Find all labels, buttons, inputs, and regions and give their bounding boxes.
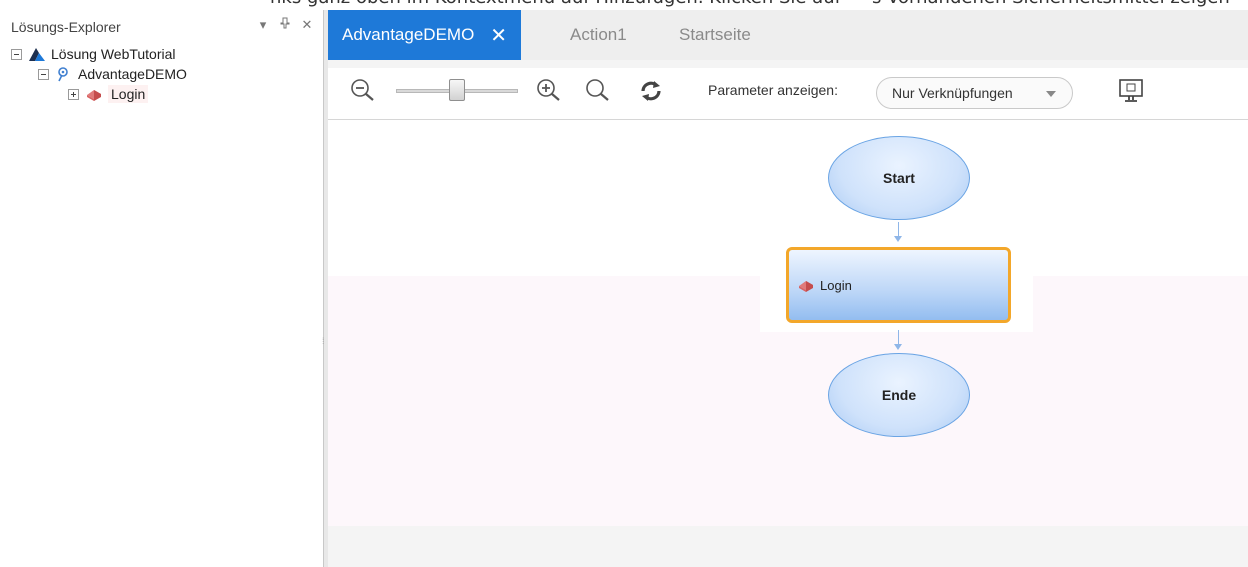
- tab-advantagedemo[interactable]: AdvantageDEMO ✕: [328, 10, 522, 60]
- tab-action1[interactable]: Action1: [570, 10, 627, 60]
- flow-arrow: [898, 330, 899, 344]
- document-tabbar: AdvantageDEMO ✕ Action1 Startseite: [328, 10, 1248, 60]
- tab-label: Startseite: [679, 25, 751, 44]
- test-icon: [55, 66, 73, 82]
- cropped-text-right: s Vorhandenen Sicherheitsmittel zeigen: [872, 0, 1230, 8]
- tab-label: Action1: [570, 25, 627, 44]
- expand-icon[interactable]: [68, 88, 79, 100]
- splitter-grip-icon: ⁞: [322, 336, 325, 346]
- node-label: Login: [820, 277, 852, 293]
- node-label: Ende: [881, 387, 917, 403]
- cropped-text-strip: nks ganz oben im Kontextmenü auf Hinzufü…: [0, 0, 1248, 8]
- action-icon: [85, 86, 103, 102]
- dropdown-icon[interactable]: ▾: [257, 17, 269, 33]
- arrow-head-icon: [894, 236, 902, 242]
- flow-canvas[interactable]: Start Login Ende: [328, 120, 1248, 526]
- tree-item-test[interactable]: AdvantageDEMO: [38, 64, 187, 84]
- document-area: AdvantageDEMO ✕ Action1 Startseite Param…: [328, 10, 1248, 567]
- flow-end-node[interactable]: Ende: [828, 353, 970, 437]
- tab-startseite[interactable]: Startseite: [679, 10, 751, 60]
- tree-item-login[interactable]: Login: [68, 84, 149, 104]
- tree-label: Lösung WebTutorial: [51, 46, 176, 62]
- flow-arrow: [898, 222, 899, 236]
- canvas-toolbar: Parameter anzeigen: Nur Verknüpfungen: [328, 68, 1248, 120]
- zoom-fit-icon[interactable]: [585, 78, 611, 107]
- collapse-icon[interactable]: [38, 68, 49, 80]
- action-icon: [797, 277, 815, 293]
- cropped-text-left: nks ganz oben im Kontextmenü auf Hinzufü…: [270, 0, 841, 8]
- node-label: Start: [883, 170, 915, 186]
- param-value: Nur Verknüpfungen: [892, 85, 1013, 101]
- zoom-slider-thumb[interactable]: [449, 79, 465, 101]
- panel-title: Lösungs-Explorer: [11, 19, 121, 35]
- solution-explorer-panel: Lösungs-Explorer ▾ ✕ Lösung WebTutorial …: [8, 10, 323, 567]
- flow-action-node[interactable]: Login: [786, 247, 1011, 323]
- chevron-down-icon: [1046, 91, 1056, 97]
- close-tab-icon[interactable]: ✕: [490, 23, 507, 48]
- canvas-footer: [328, 526, 1248, 567]
- pin-icon[interactable]: [279, 17, 291, 33]
- tab-label: AdvantageDEMO: [342, 25, 475, 44]
- tree-label: Login: [108, 85, 149, 103]
- tree-label: AdvantageDEMO: [78, 66, 187, 82]
- close-icon[interactable]: ✕: [301, 17, 313, 33]
- panel-controls: ▾ ✕: [257, 17, 313, 33]
- param-dropdown[interactable]: Nur Verknüpfungen: [876, 77, 1073, 109]
- zoom-out-icon[interactable]: [350, 78, 376, 107]
- panel-header: Lösungs-Explorer ▾ ✕: [11, 10, 321, 40]
- arrow-head-icon: [894, 344, 902, 350]
- zoom-in-icon[interactable]: [536, 78, 562, 107]
- monitor-icon[interactable]: [1117, 77, 1145, 108]
- tree-item-solution[interactable]: Lösung WebTutorial: [11, 44, 176, 64]
- param-label: Parameter anzeigen:: [708, 82, 838, 98]
- flow-start-node[interactable]: Start: [828, 136, 970, 220]
- collapse-icon[interactable]: [11, 48, 22, 60]
- solution-icon: [28, 46, 46, 62]
- refresh-icon[interactable]: [638, 78, 664, 107]
